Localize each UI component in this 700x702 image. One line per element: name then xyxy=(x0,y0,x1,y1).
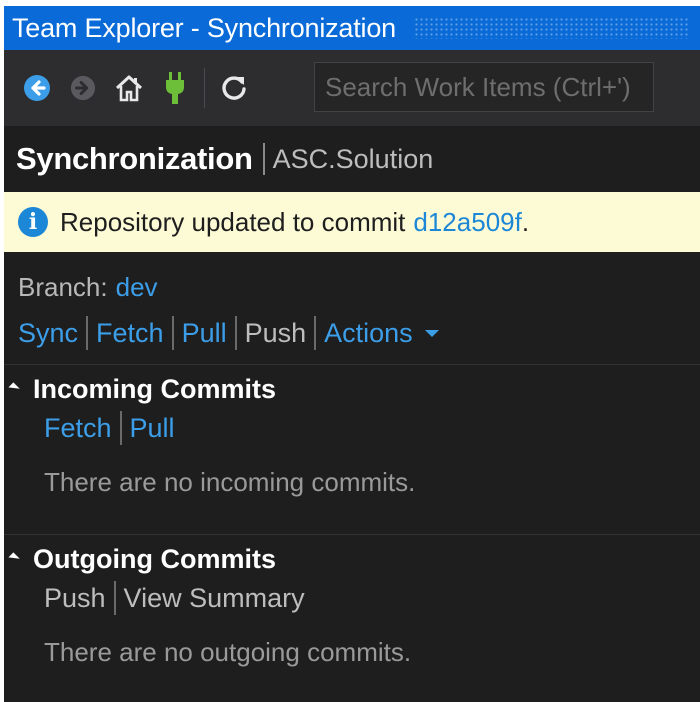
home-button[interactable] xyxy=(106,65,152,111)
refresh-button[interactable] xyxy=(211,65,257,111)
incoming-fetch-link[interactable]: Fetch xyxy=(44,413,112,444)
collapse-triangle-icon[interactable] xyxy=(8,382,20,394)
forward-button[interactable] xyxy=(60,65,106,111)
branch-link[interactable]: dev xyxy=(116,272,158,302)
window-title: Team Explorer - Synchronization xyxy=(12,12,396,43)
outgoing-empty-message: There are no outgoing commits. xyxy=(44,637,412,667)
outgoing-commits-header[interactable]: Outgoing Commits xyxy=(8,544,700,575)
team-explorer-window: Team Explorer - Synchronization Search W… xyxy=(4,6,700,702)
section-divider xyxy=(4,364,700,365)
link-separator xyxy=(113,581,116,615)
outgoing-links: Push View Summary xyxy=(44,581,700,615)
incoming-pull-link[interactable]: Pull xyxy=(130,413,175,444)
incoming-empty-message: There are no incoming commits. xyxy=(44,467,416,497)
search-work-items-input[interactable]: Search Work Items (Ctrl+') xyxy=(314,62,654,112)
incoming-commits-title: Incoming Commits xyxy=(33,374,277,404)
pull-link[interactable]: Pull xyxy=(182,318,227,349)
header-separator xyxy=(262,143,265,175)
commit-link[interactable]: d12a509f xyxy=(413,207,521,238)
sync-link[interactable]: Sync xyxy=(18,318,78,349)
outgoing-push-link: Push xyxy=(44,582,106,613)
page-title: Synchronization xyxy=(16,141,253,176)
branch-row: Branch: dev xyxy=(18,272,158,303)
view-summary-link: View Summary xyxy=(123,582,305,613)
incoming-links: Fetch Pull xyxy=(44,411,700,445)
link-separator xyxy=(86,316,89,350)
sync-actions: Sync Fetch Pull Push Actions xyxy=(18,316,439,350)
connect-plug-icon xyxy=(166,72,184,104)
info-suffix: . xyxy=(521,206,530,237)
forward-arrow-icon xyxy=(70,75,96,101)
link-separator xyxy=(171,316,174,350)
info-message: Repository updated to commit xyxy=(60,206,406,237)
branch-label: Branch: xyxy=(18,272,108,302)
outgoing-commits-section: Outgoing Commits Push View Summary There… xyxy=(8,544,700,668)
solution-link[interactable]: ASC.Solution xyxy=(273,144,434,175)
outgoing-commits-title: Outgoing Commits xyxy=(33,544,276,574)
incoming-commits-header[interactable]: Incoming Commits xyxy=(8,374,700,405)
back-arrow-icon xyxy=(24,75,50,101)
actions-menu[interactable]: Actions xyxy=(324,318,413,349)
page-header: Synchronization ASC.Solution xyxy=(4,126,700,192)
title-bar: Team Explorer - Synchronization xyxy=(4,6,700,50)
link-separator xyxy=(234,316,237,350)
link-separator xyxy=(314,316,317,350)
search-placeholder: Search Work Items (Ctrl+') xyxy=(325,71,631,102)
push-link-disabled: Push xyxy=(244,317,307,348)
info-icon: i xyxy=(18,207,48,237)
fetch-link[interactable]: Fetch xyxy=(96,318,164,349)
incoming-commits-section: Incoming Commits Fetch Pull There are no… xyxy=(8,374,700,498)
title-bar-grip[interactable] xyxy=(413,17,690,39)
section-divider xyxy=(4,534,700,535)
home-icon xyxy=(115,75,143,102)
connect-button[interactable] xyxy=(152,65,198,111)
info-bar: i Repository updated to commit d12a509f. xyxy=(4,192,700,252)
back-button[interactable] xyxy=(14,65,60,111)
toolbar: Search Work Items (Ctrl+') xyxy=(4,50,700,126)
chevron-down-icon[interactable] xyxy=(424,329,439,337)
toolbar-separator xyxy=(204,68,205,108)
collapse-triangle-icon[interactable] xyxy=(8,552,20,564)
refresh-icon xyxy=(222,76,246,100)
link-separator xyxy=(119,411,122,445)
